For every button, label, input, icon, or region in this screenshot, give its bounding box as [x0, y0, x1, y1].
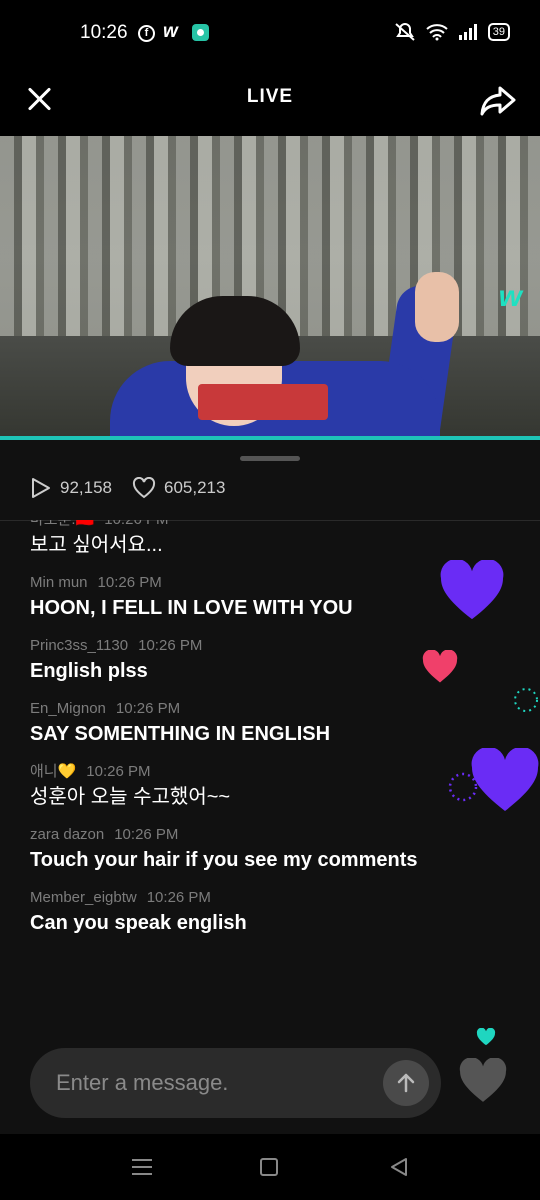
chat-time: 10:26 PM: [138, 637, 203, 654]
drag-handle[interactable]: [240, 456, 300, 461]
chat-list[interactable]: 바보훈.🇹🇼 10:26 PM 보고 싶어서요... Min mun 10:26 P…: [30, 520, 470, 1020]
status-bar: 10:26 f w 39: [0, 0, 540, 68]
chat-username: Min mun: [30, 574, 88, 591]
chat-username: Member_eigbtw: [30, 889, 137, 906]
chat-message: Princ3ss_1130 10:26 PM English plss: [30, 636, 470, 686]
weverse-logo: w: [498, 280, 522, 313]
sparkle-icon: [448, 772, 478, 802]
chat-username: 애니💛: [30, 763, 77, 780]
chat-time: 10:26 PM: [86, 763, 151, 780]
chat-text: Touch your hair if you see my comments: [30, 849, 418, 871]
battery-indicator: 39: [487, 23, 510, 41]
floating-heart-icon: [440, 560, 504, 620]
floating-heart-icon: [476, 1028, 496, 1046]
heart-icon: [132, 477, 156, 499]
chat-username: zara dazon: [30, 826, 105, 843]
wifi-icon: [426, 24, 448, 41]
chat-message: zara dazon 10:26 PM Touch your hair if yo…: [30, 825, 470, 875]
mute-icon: [395, 23, 415, 41]
sparkle-icon: [514, 688, 538, 712]
stats-row: 92,158 605,213: [30, 476, 225, 500]
floating-heart-icon: [422, 650, 458, 683]
recent-apps-button[interactable]: [132, 1159, 152, 1175]
send-button[interactable]: [383, 1060, 429, 1106]
page-title: LIVE: [246, 86, 294, 107]
system-nav-bar: [0, 1134, 540, 1200]
chat-message: Member_eigbtw 10:26 PM Can you speak engl…: [30, 888, 470, 938]
chat-username: Princ3ss_1130: [30, 637, 129, 654]
home-button[interactable]: [260, 1158, 278, 1176]
arrow-up-icon: [397, 1073, 415, 1093]
view-count: 92,158: [60, 478, 112, 497]
chat-message: Min mun 10:26 PM HOON, I FELL IN LOVE WIT…: [30, 573, 470, 623]
chat-message: 바보훈.🇹🇼 10:26 PM 보고 싶어서요...: [30, 520, 470, 560]
chat-text: SAY SOMENTHING IN ENGLISH: [30, 723, 331, 745]
app-notification-icon: [192, 24, 209, 41]
chat-time: 10:26 PM: [115, 700, 181, 717]
share-button[interactable]: [478, 80, 518, 120]
weverse-icon: w: [163, 21, 178, 42]
chat-message: 애니💛 10:26 PM 성훈아 오늘 수고했어~~: [30, 762, 470, 812]
chat-text: HOON, I FELL IN LOVE WITH YOU: [30, 597, 353, 619]
back-button[interactable]: [388, 1156, 410, 1178]
like-count: 605,213: [164, 478, 226, 497]
top-bar: LIVE: [0, 68, 540, 136]
chat-time: 10:26 PM: [104, 520, 168, 530]
video-progress-bar: [0, 436, 540, 440]
like-button[interactable]: [458, 1058, 508, 1104]
chat-time: 10:26 PM: [114, 826, 179, 843]
chat-time: 10:26 PM: [97, 574, 162, 591]
chat-username: En_Mignon: [30, 700, 106, 717]
status-time: 10:26: [80, 22, 128, 43]
message-composer: [30, 1048, 441, 1118]
facebook-icon: f: [138, 25, 155, 42]
play-icon: [32, 478, 50, 498]
chat-text: English plss: [30, 660, 148, 682]
chat-time: 10:26 PM: [146, 889, 211, 906]
status-indicators: 39: [394, 22, 510, 42]
chat-message: En_Mignon 10:26 PM SAY SOMENTHING IN ENGL…: [30, 699, 470, 749]
chat-text: 성훈아 오늘 수고했어~~: [30, 786, 231, 808]
chat-username: 바보훈.🇹🇼: [30, 520, 94, 530]
chat-text: 보고 싶어서요...: [30, 534, 163, 556]
message-input[interactable]: [56, 1066, 386, 1100]
chat-text: Can you speak english: [30, 912, 247, 934]
signal-icon: [458, 24, 477, 40]
